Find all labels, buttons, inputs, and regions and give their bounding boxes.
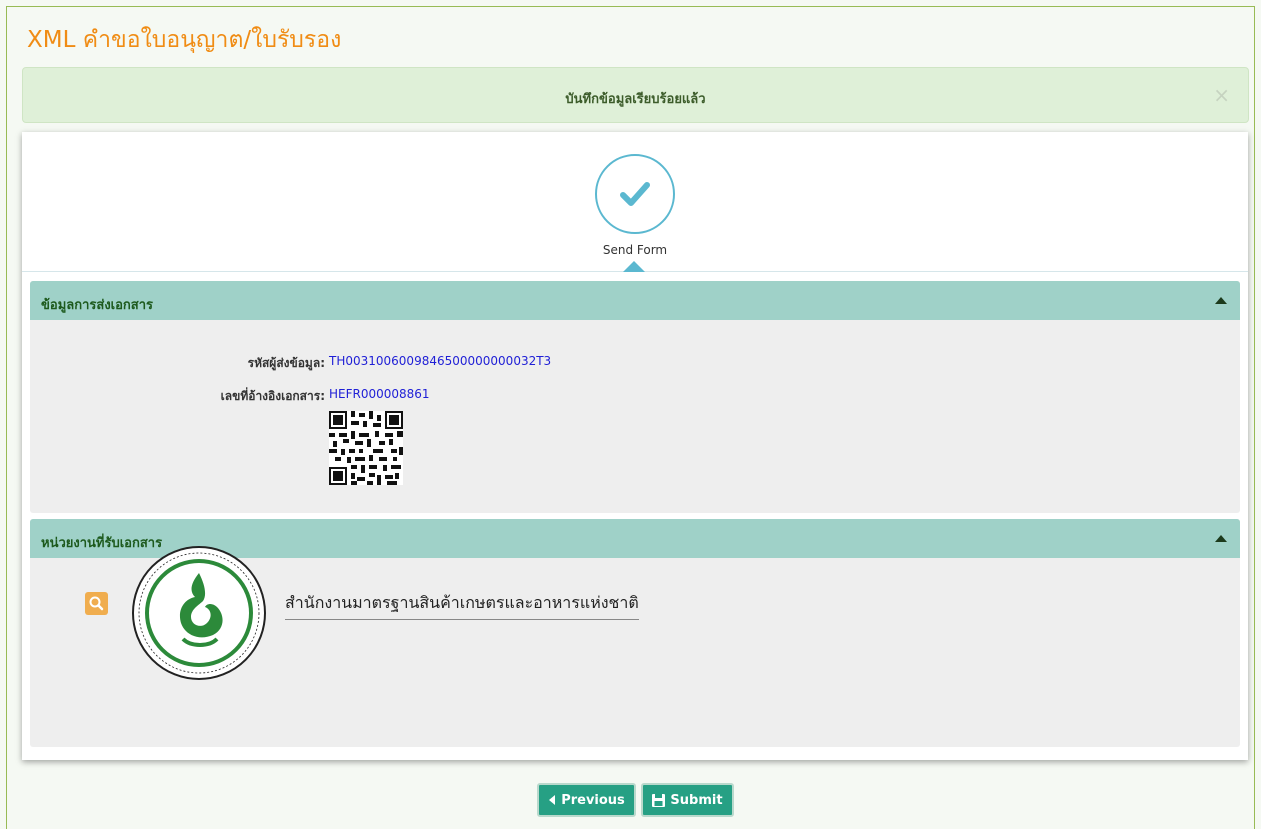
doc-ref-label: เลขที่อ้างอิงเอกสาร: (220, 389, 325, 403)
wizard-step-pointer (623, 261, 645, 272)
alert-close-button[interactable]: × (1213, 83, 1230, 107)
document-info-header[interactable]: ข้อมูลการส่งเอกสาร (30, 281, 1240, 320)
success-alert: บันทึกข้อมูลเรียบร้อยแล้ว × (22, 67, 1249, 123)
document-info-panel: ข้อมูลการส่งเอกสาร รหัสผู้ส่งข้อมูล: TH0… (30, 281, 1240, 513)
submit-button[interactable]: Submit (641, 783, 734, 817)
chevron-left-icon (549, 795, 556, 805)
wizard-step-label: Send Form (602, 243, 668, 257)
page-title: XML คำขอใบอนุญาต/ใบรับรอง (27, 27, 342, 53)
sender-id-label: รหัสผู้ส่งข้อมูล: (247, 356, 325, 370)
doc-ref-value: HEFR000008861 (329, 387, 430, 401)
previous-button[interactable]: Previous (537, 783, 636, 817)
agency-name[interactable]: สำนักงานมาตรฐานสินค้าเกษตรและอาหารแห่งชา… (285, 591, 639, 620)
sender-id-value: TH0031006009846500000000032T3 (329, 354, 552, 368)
form-card: Send Form ข้อมูลการส่งเอกสาร รหัสผู้ส่งข… (22, 132, 1248, 760)
save-icon (652, 793, 666, 807)
qr-code-icon (329, 411, 403, 485)
search-icon (89, 596, 104, 611)
agency-seal-logo (132, 546, 266, 680)
alert-message: บันทึกข้อมูลเรียบร้อยแล้ว (565, 92, 706, 107)
previous-button-label: Previous (561, 792, 625, 808)
search-button[interactable] (85, 592, 108, 615)
document-info-title: ข้อมูลการส่งเอกสาร (41, 298, 154, 313)
submit-button-label: Submit (670, 792, 723, 808)
receiving-agency-panel: หน่วยงานที่รับเอกสาร สำนักงานมาตรฐานสินค… (30, 519, 1240, 747)
check-icon (620, 182, 650, 206)
wizard-step (595, 154, 675, 234)
collapse-icon[interactable] (1215, 535, 1227, 542)
collapse-icon[interactable] (1215, 297, 1227, 304)
